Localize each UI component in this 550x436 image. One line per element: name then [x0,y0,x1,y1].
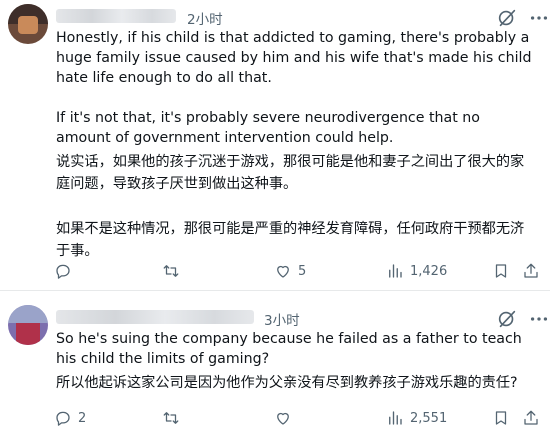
reply-button[interactable] [54,259,78,283]
post-body: So he's suing the company because he fai… [56,329,536,394]
view-count: 2,551 [410,410,448,426]
view-count: 1,426 [410,263,448,279]
share-icon [524,263,538,278]
post-text-en: Honestly, if his child is that addicted … [56,30,532,86]
heart-icon [277,412,289,425]
reply-post[interactable]: 2小时 Honestly, if his child is that addic… [0,0,550,290]
like-button[interactable] [274,406,298,430]
action-bar: 2 2,551 [48,406,548,430]
reply-count: 2 [78,410,87,426]
bookmark-icon [495,411,507,425]
repost-button[interactable] [162,259,186,283]
post-text-en: If it's not that, it's probably severe n… [56,110,480,146]
reply-icon [56,411,70,426]
share-button[interactable] [522,259,540,283]
share-icon [524,410,538,425]
post-text-zh: 说实话，如果他的孩子沉迷于游戏，那很可能是他和妻子之间出了很大的家庭问题，导致孩… [56,154,525,192]
more-icon[interactable] [528,7,550,29]
avatar[interactable] [8,4,48,44]
like-button[interactable]: 5 [274,259,306,283]
repost-icon [163,265,179,277]
post-text-en: So he's suing the company because he fai… [56,331,522,367]
bookmark-button[interactable] [492,259,510,283]
views-button[interactable]: 1,426 [386,259,447,283]
repost-button[interactable] [162,406,186,430]
bookmark-button[interactable] [492,406,510,430]
grok-icon[interactable] [496,7,518,29]
heart-icon [277,265,289,278]
avatar[interactable] [8,305,48,345]
timestamp[interactable]: 3小时 [264,309,300,329]
reply-icon [56,264,70,279]
blurred-username[interactable] [56,9,176,23]
post-text-zh: 如果不是这种情况，那很可能是严重的神经发育障碍，任何政府干预都无济于事。 [56,221,525,259]
blurred-username[interactable] [56,310,254,324]
views-icon [389,264,402,278]
action-bar: 5 1,426 [48,259,548,283]
share-button[interactable] [522,406,540,430]
reply-button[interactable]: 2 [54,406,86,430]
repost-icon [163,412,179,424]
grok-icon[interactable] [496,308,518,330]
views-icon [389,411,402,425]
post-text-zh: 所以他起诉这家公司是因为他作为父亲没有尽到教养孩子游戏乐趣的责任? [56,375,518,391]
timestamp[interactable]: 2小时 [187,8,223,28]
more-icon[interactable] [528,308,550,330]
reply-post[interactable]: 3小时 So he's suing the company because he… [0,291,550,436]
post-body: Honestly, if his child is that addicted … [56,28,536,262]
bookmark-icon [495,264,507,278]
like-count: 5 [298,263,307,279]
views-button[interactable]: 2,551 [386,406,447,430]
